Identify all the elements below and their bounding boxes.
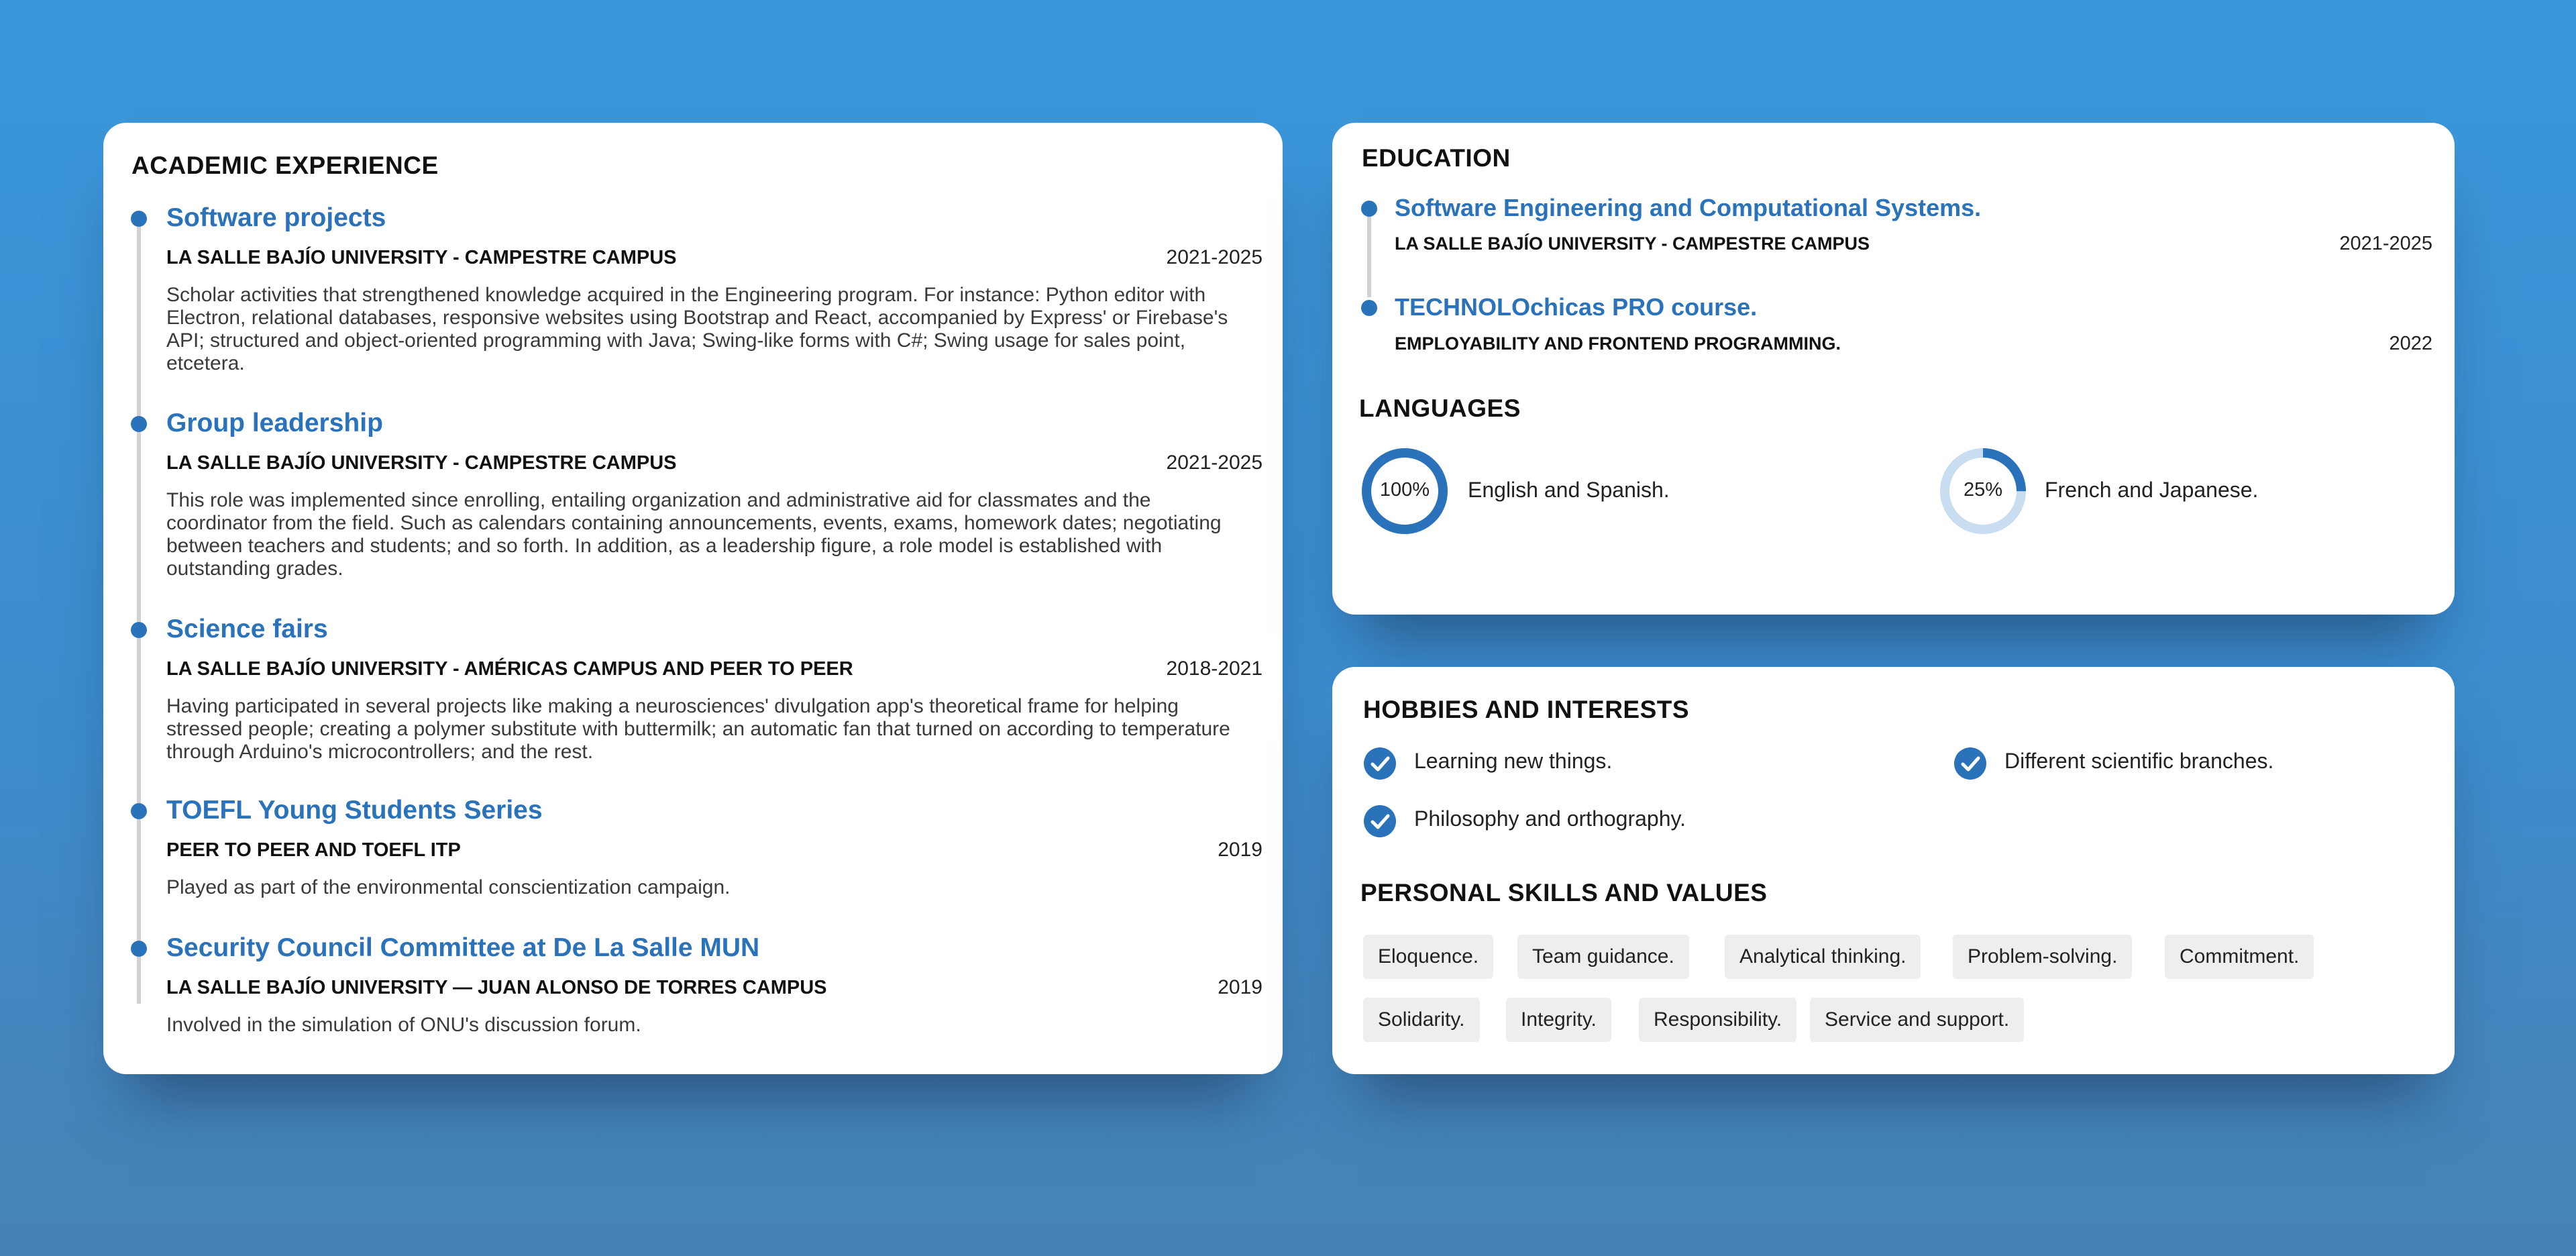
entry-date: 2021-2025 (1166, 452, 1263, 474)
skill-chip: Commitment. (2165, 935, 2314, 979)
entry-org: LA SALLE BAJÍO UNIVERSITY - CAMPESTRE CA… (166, 247, 677, 268)
academic-experience-card: ACADEMIC EXPERIENCE Software projects LA… (103, 123, 1283, 1074)
language-text: French and Japanese. (2045, 478, 2259, 502)
education-timeline-line (1367, 210, 1371, 297)
entry-description: Having participated in several projects … (166, 695, 1230, 763)
academic-timeline-line (137, 220, 141, 1004)
skill-chip: Analytical thinking. (1725, 935, 1921, 979)
entry-title-toefl: TOEFL Young Students Series (166, 796, 543, 825)
education-entry-title: Software Engineering and Computational S… (1395, 194, 1982, 221)
skill-chip: Integrity. (1506, 998, 1611, 1042)
entry-description: Scholar activities that strengthened kno… (166, 284, 1228, 374)
hobby-text: Different scientific branches. (2004, 749, 2274, 773)
language-level-label: 100% (1379, 479, 1430, 501)
language-text: English and Spanish. (1468, 478, 1670, 502)
entry-description: Played as part of the environmental cons… (166, 876, 731, 898)
timeline-dot (131, 211, 147, 227)
check-circle-icon (1954, 747, 1986, 780)
entry-title-security-council: Security Council Committee at De La Sall… (166, 933, 760, 962)
entry-org: LA SALLE BAJÍO UNIVERSITY - CAMPESTRE CA… (166, 452, 677, 474)
entry-title-group-leadership: Group leadership (166, 409, 383, 437)
timeline-dot (1361, 300, 1377, 316)
timeline-dot (131, 416, 147, 432)
education-card: EDUCATION Software Engineering and Compu… (1332, 123, 2455, 615)
entry-description: Involved in the simulation of ONU's disc… (166, 1014, 641, 1036)
hobby-text: Philosophy and orthography. (1414, 806, 1686, 831)
skill-chip: Solidarity. (1363, 998, 1480, 1042)
education-entry-org: EMPLOYABILITY AND FRONTEND PROGRAMMING. (1395, 333, 1841, 354)
skills-section-title: PERSONAL SKILLS AND VALUES (1360, 879, 1768, 906)
education-entry-org: LA SALLE BAJÍO UNIVERSITY - CAMPESTRE CA… (1395, 233, 1870, 254)
skill-chip: Eloquence. (1363, 935, 1494, 979)
entry-date: 2019 (1218, 839, 1263, 861)
language-level-label: 25% (1963, 479, 2003, 501)
check-circle-icon (1364, 805, 1396, 837)
entry-title-science-fairs: Science fairs (166, 615, 328, 643)
entry-date: 2021-2025 (1166, 246, 1263, 268)
education-entry-date: 2021-2025 (2339, 233, 2432, 254)
entry-title-software-projects: Software projects (166, 203, 386, 232)
timeline-dot (131, 941, 147, 957)
education-section-title: EDUCATION (1362, 144, 1511, 172)
entry-org: LA SALLE BAJÍO UNIVERSITY — JUAN ALONSO … (166, 977, 827, 998)
hobbies-section-title: HOBBIES AND INTERESTS (1363, 696, 1690, 723)
hobbies-card: HOBBIES AND INTERESTS Learning new thing… (1332, 667, 2455, 1074)
timeline-dot (131, 622, 147, 638)
entry-date: 2019 (1218, 976, 1263, 998)
entry-org: PEER TO PEER AND TOEFL ITP (166, 839, 461, 861)
education-entry-title: TECHNOLOchicas PRO course. (1395, 293, 1758, 321)
entry-date: 2018-2021 (1166, 658, 1263, 680)
academic-section-title: ACADEMIC EXPERIENCE (131, 152, 439, 179)
check-circle-icon (1364, 747, 1396, 780)
skill-chip: Responsibility. (1639, 998, 1797, 1042)
timeline-dot (131, 803, 147, 819)
timeline-dot (1361, 201, 1377, 217)
skill-chip: Team guidance. (1517, 935, 1689, 979)
entry-org: LA SALLE BAJÍO UNIVERSITY - AMÉRICAS CAM… (166, 658, 853, 680)
entry-description: This role was implemented since enrollin… (166, 489, 1222, 580)
languages-section-title: LANGUAGES (1359, 395, 1521, 422)
skill-chip: Problem-solving. (1953, 935, 2133, 979)
hobby-text: Learning new things. (1414, 749, 1613, 773)
skill-chip: Service and support. (1810, 998, 2025, 1042)
education-entry-date: 2022 (2389, 333, 2432, 354)
